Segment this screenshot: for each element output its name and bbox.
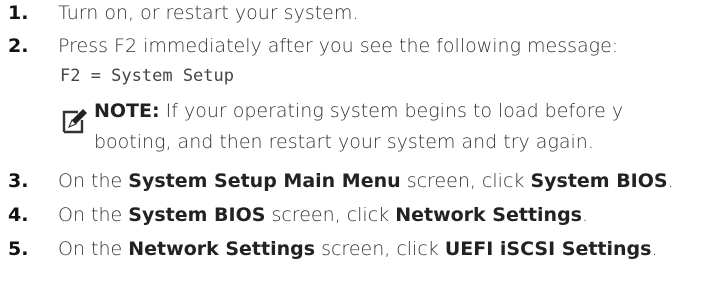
step-number: 2.: [8, 35, 29, 57]
ui-term: System Setup Main Menu: [128, 170, 401, 192]
code-message: F2 = System Setup: [60, 66, 234, 86]
pencil-note-icon: [62, 109, 87, 134]
ui-term: Network Settings: [395, 204, 582, 226]
ui-term: System BIOS: [530, 170, 668, 192]
step-number: 5.: [8, 238, 29, 260]
note-label: NOTE:: [94, 100, 160, 122]
note-text-line-1: NOTE: If your operating system begins to…: [94, 100, 624, 122]
step-number: 4.: [8, 204, 29, 226]
note-text-line-2: booting, and then restart your system an…: [94, 131, 594, 153]
step-number: 3.: [8, 170, 29, 192]
ui-term: Network Settings: [128, 238, 316, 260]
step-text: On the Network Settings screen, click UE…: [58, 238, 658, 260]
ui-term: UEFI iSCSI Settings: [444, 238, 652, 260]
step-text: Press F2 immediately after you see the f…: [58, 35, 619, 57]
step-text: On the System BIOS screen, click Network…: [58, 204, 589, 226]
step-number: 1.: [8, 2, 29, 24]
ui-term: System BIOS: [128, 204, 266, 226]
step-text: Turn on, or restart your system.: [58, 2, 359, 24]
step-text: On the System Setup Main Menu screen, cl…: [58, 170, 674, 192]
